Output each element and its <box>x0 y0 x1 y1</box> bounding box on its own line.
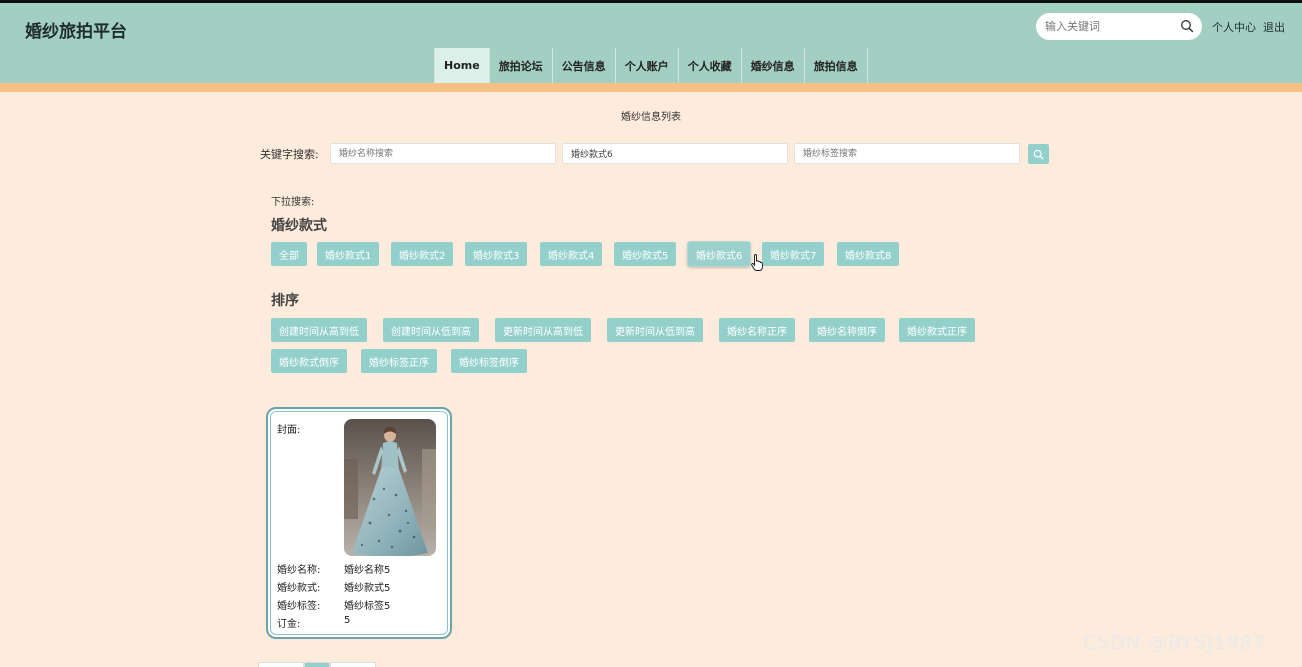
header: 婚纱旅拍平台 个人中心 退出 Home 旅拍论坛 公告信息 个人账户 个人收藏 … <box>0 3 1302 83</box>
style-chip-all[interactable]: 全部 <box>271 242 307 266</box>
sort-chip-tag-desc[interactable]: 婚纱标签倒序 <box>451 349 527 373</box>
style-chip-8[interactable]: 婚纱款式8 <box>837 242 900 266</box>
style-chip-1[interactable]: 婚纱款式1 <box>317 242 380 266</box>
personal-center-link[interactable]: 个人中心 <box>1212 19 1256 35</box>
sort-chip-name-desc[interactable]: 婚纱名称倒序 <box>809 318 885 342</box>
style-filter-heading: 婚纱款式 <box>271 218 327 234</box>
nav-favorites[interactable]: 个人收藏 <box>678 48 742 83</box>
nav-announcements[interactable]: 公告信息 <box>552 48 616 83</box>
keyword-search-button[interactable] <box>1028 144 1049 164</box>
style-chip-5[interactable]: 婚纱款式5 <box>614 242 677 266</box>
search-icon[interactable] <box>1180 19 1194 33</box>
style-chip-7[interactable]: 婚纱款式7 <box>762 242 825 266</box>
dress-tag-value: 婚纱标签5 <box>344 601 391 612</box>
sort-chip-updated-asc[interactable]: 更新时间从低到高 <box>607 318 703 342</box>
sort-chip-created-desc[interactable]: 创建时间从高到低 <box>271 318 367 342</box>
search-icon <box>1033 149 1044 159</box>
sort-chip-name-asc[interactable]: 婚纱名称正序 <box>719 318 795 342</box>
main-nav: Home 旅拍论坛 公告信息 个人账户 个人收藏 婚纱信息 旅拍信息 <box>434 48 868 83</box>
style-chip-6[interactable]: 婚纱款式6 <box>688 242 751 266</box>
pagination-next[interactable] <box>330 662 376 667</box>
nav-home[interactable]: Home <box>434 48 490 83</box>
style-chip-4[interactable]: 婚纱款式4 <box>540 242 603 266</box>
hand-cursor-icon <box>751 254 763 271</box>
style-chip-2[interactable]: 婚纱款式2 <box>391 242 454 266</box>
deposit-value: 5 <box>344 615 351 626</box>
dress-name-search-input[interactable] <box>330 143 556 164</box>
site-title: 婚纱旅拍平台 <box>25 22 127 42</box>
pagination-current[interactable] <box>304 662 330 667</box>
dropdown-search-label: 下拉搜索: <box>271 197 315 208</box>
dress-name-label: 婚纱名称: <box>277 565 321 576</box>
header-search[interactable] <box>1036 13 1202 40</box>
cover-label: 封面: <box>277 425 301 436</box>
dress-card[interactable]: 封面: 婚纱名称: 婚纱名称5 婚纱款式: 婚纱款式5 婚纱标签: 婚纱标签5 … <box>266 407 452 639</box>
sort-chip-style-desc[interactable]: 婚纱款式倒序 <box>271 349 347 373</box>
page-title: 婚纱信息列表 <box>621 112 681 123</box>
dress-style-value: 婚纱款式5 <box>344 583 391 594</box>
dress-tag-label: 婚纱标签: <box>277 601 321 612</box>
pagination <box>258 662 376 667</box>
sort-heading: 排序 <box>271 293 299 309</box>
style-chip-3[interactable]: 婚纱款式3 <box>465 242 528 266</box>
sort-chip-tag-asc[interactable]: 婚纱标签正序 <box>361 349 437 373</box>
accent-bar <box>0 83 1302 92</box>
dress-style-search-input[interactable] <box>562 143 788 164</box>
dress-photo <box>344 419 436 556</box>
deposit-label: 订金: <box>277 619 301 630</box>
header-search-input[interactable] <box>1045 20 1175 33</box>
dress-style-label: 婚纱款式: <box>277 583 321 594</box>
keyword-search-label: 关键字搜索: <box>260 148 319 161</box>
nav-wedding-dress-info[interactable]: 婚纱信息 <box>741 48 805 83</box>
sort-chip-updated-desc[interactable]: 更新时间从高到低 <box>495 318 591 342</box>
nav-travel-forum[interactable]: 旅拍论坛 <box>489 48 553 83</box>
logout-link[interactable]: 退出 <box>1263 19 1285 35</box>
pagination-prev[interactable] <box>258 662 304 667</box>
watermark: CSDN @BYSJ1987 <box>1083 632 1266 654</box>
dress-name-value: 婚纱名称5 <box>344 565 391 576</box>
dress-cover-image[interactable] <box>344 419 436 556</box>
dress-tag-search-input[interactable] <box>794 143 1020 164</box>
sort-chip-created-asc[interactable]: 创建时间从低到高 <box>383 318 479 342</box>
nav-travel-photo-info[interactable]: 旅拍信息 <box>804 48 868 83</box>
sort-chip-style-asc[interactable]: 婚纱款式正序 <box>899 318 975 342</box>
nav-personal-account[interactable]: 个人账户 <box>615 48 679 83</box>
